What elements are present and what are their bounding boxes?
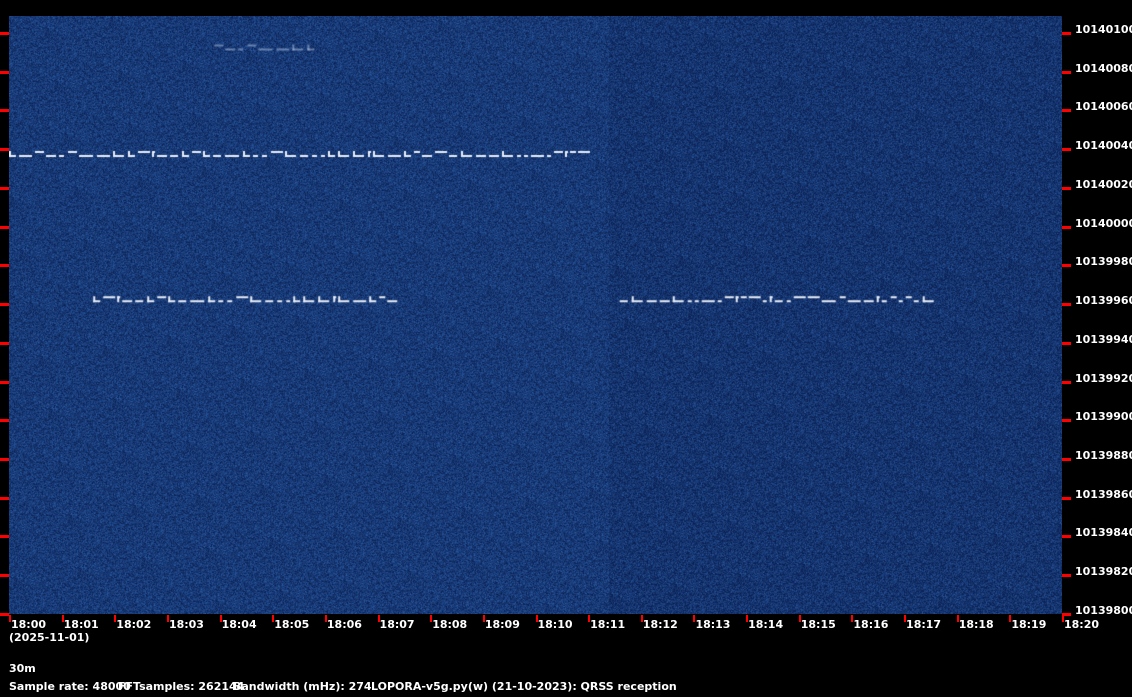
y-tick-label: 10139920	[1075, 371, 1132, 385]
y-tick-label: 10139900	[1075, 410, 1132, 424]
y-tick-mark	[1062, 496, 1071, 500]
spectrogram-plot	[9, 16, 1062, 614]
y-tick-mark-left	[0, 303, 9, 307]
y-tick-mark	[1062, 303, 1071, 307]
x-tick-label: 18:00	[11, 618, 47, 631]
y-tick-mark-left	[0, 574, 9, 578]
x-tick-label: 18:13	[695, 618, 731, 631]
y-tick-mark-left	[0, 225, 9, 229]
x-tick-label: 18:16	[853, 618, 889, 631]
y-tick-mark-left	[0, 496, 9, 500]
bandwidth-label: Bandwidth (mHz): 274	[233, 680, 372, 693]
y-tick-mark-left	[0, 535, 9, 539]
x-tick-label: 18:06	[326, 618, 362, 631]
y-tick-mark-left	[0, 109, 9, 113]
y-tick-mark	[1062, 186, 1071, 190]
y-tick-label: 10140080	[1075, 61, 1132, 75]
x-tick-label: 18:08	[432, 618, 468, 631]
x-tick-label: 18:20	[1064, 618, 1100, 631]
y-tick-label: 10140000	[1075, 216, 1132, 230]
y-tick-label: 10139960	[1075, 294, 1132, 308]
y-tick-mark	[1062, 419, 1071, 423]
y-tick-mark-left	[0, 186, 9, 190]
y-tick-mark	[1062, 148, 1071, 152]
x-tick-label: 18:03	[168, 618, 204, 631]
x-tick-label: 18:09	[484, 618, 520, 631]
y-tick-label: 10139980	[1075, 255, 1132, 269]
x-tick-label: 18:19	[1011, 618, 1047, 631]
y-tick-label: 10139800	[1075, 603, 1132, 617]
fft-samples-label: FFTsamples: 262144	[118, 680, 245, 693]
x-tick-label: 18:18	[958, 618, 994, 631]
y-tick-mark-left	[0, 341, 9, 345]
y-tick-label: 10140060	[1075, 100, 1132, 114]
x-tick-label: 18:11	[590, 618, 626, 631]
x-tick-label: 18:14	[748, 618, 784, 631]
x-tick-label: 18:15	[800, 618, 836, 631]
y-tick-label: 10139940	[1075, 332, 1132, 346]
y-tick-mark-left	[0, 32, 9, 35]
y-tick-mark-left	[0, 458, 9, 462]
y-tick-mark-left	[0, 148, 9, 152]
y-tick-mark	[1062, 70, 1071, 74]
y-tick-label: 10140020	[1075, 177, 1132, 191]
y-tick-mark-left	[0, 419, 9, 423]
y-tick-mark	[1062, 380, 1071, 384]
x-tick-label: 18:01	[63, 618, 99, 631]
x-tick-label: 18:07	[379, 618, 415, 631]
y-tick-mark	[1062, 535, 1071, 539]
y-tick-mark	[1062, 264, 1071, 268]
y-tick-mark	[1062, 32, 1071, 35]
y-tick-label: 10139860	[1075, 487, 1132, 501]
sample-rate-label: Sample rate: 48000	[9, 680, 131, 693]
y-tick-mark	[1062, 458, 1071, 462]
x-tick-label: 18:04	[221, 618, 257, 631]
software-label: LOPORA-v5g.py(w) (21-10-2023): QRSS rece…	[371, 680, 677, 693]
y-tick-mark-left	[0, 264, 9, 268]
y-tick-mark-left	[0, 380, 9, 384]
x-tick-label: 18:17	[906, 618, 942, 631]
x-tick-label: 18:10	[537, 618, 573, 631]
y-tick-mark-left	[0, 70, 9, 74]
y-tick-label: 10139820	[1075, 565, 1132, 579]
y-tick-label: 10140040	[1075, 139, 1132, 153]
x-tick-label: 18:02	[116, 618, 152, 631]
x-tick-label: 18:05	[274, 618, 310, 631]
y-tick-label: 10140100	[1075, 23, 1132, 36]
y-tick-mark-left	[0, 612, 9, 616]
y-tick-mark	[1062, 109, 1071, 113]
band-label: 30m	[9, 662, 36, 675]
x-tick-label: 18:12	[642, 618, 678, 631]
y-tick-mark	[1062, 341, 1071, 345]
y-tick-mark	[1062, 225, 1071, 229]
y-tick-label: 10139880	[1075, 449, 1132, 463]
spectrogram-canvas	[9, 16, 1062, 614]
y-tick-mark	[1062, 574, 1071, 578]
y-tick-label: 10139840	[1075, 526, 1132, 540]
date-label: (2025-11-01)	[9, 631, 90, 644]
